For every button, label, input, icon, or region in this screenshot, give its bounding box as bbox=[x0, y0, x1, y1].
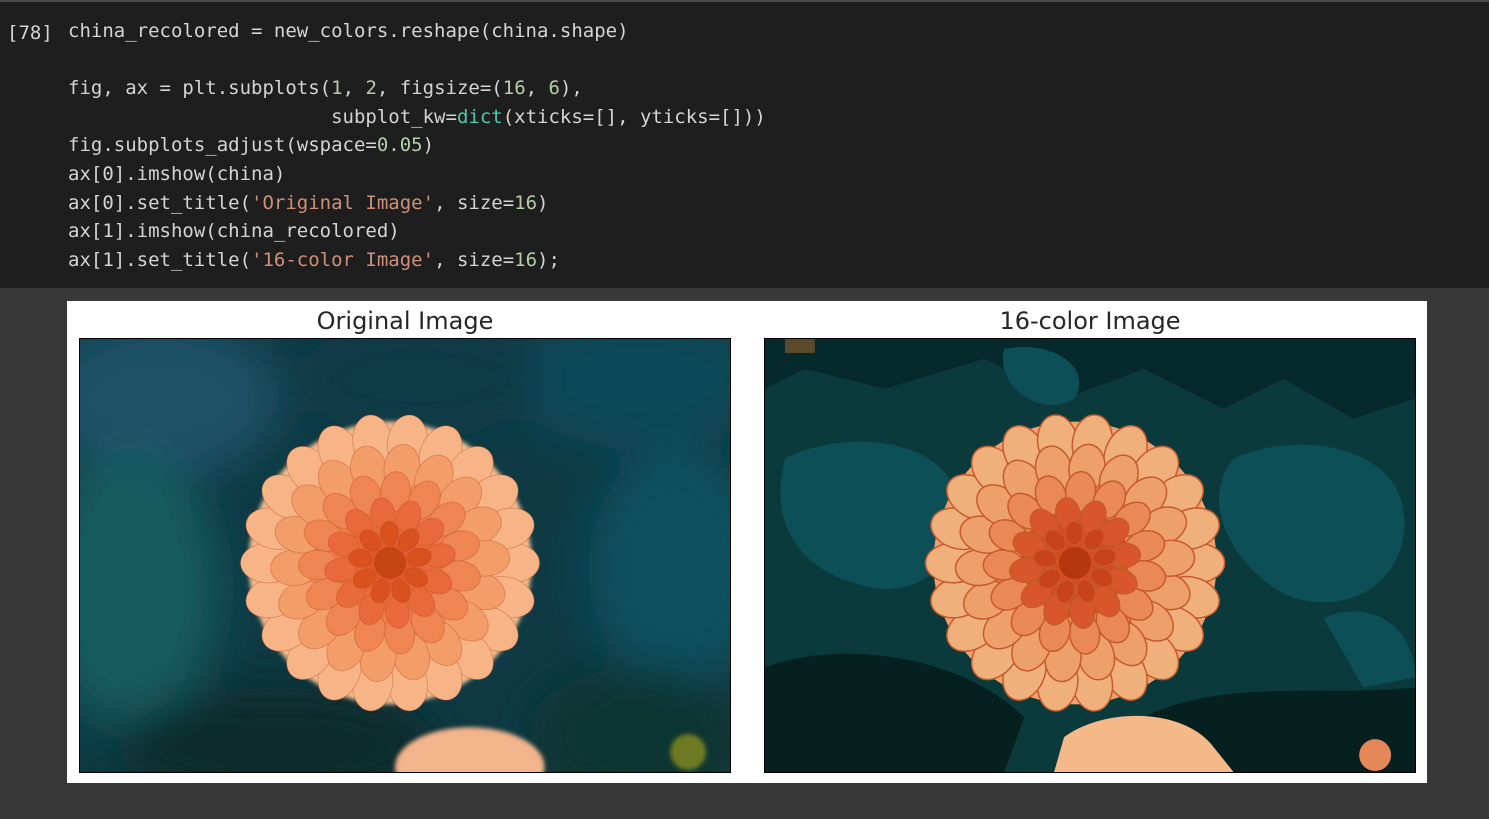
original-image bbox=[79, 338, 731, 773]
code-editor[interactable]: china_recolored = new_colors.reshape(chi… bbox=[68, 17, 766, 274]
code-line-1: china_recolored = new_colors.reshape(chi… bbox=[68, 20, 629, 42]
recolored-image bbox=[764, 338, 1416, 773]
code-line-8: ax[1].imshow(china_recolored) bbox=[68, 220, 400, 243]
code-line-9: ax[1].set_title('16-color Image', size=1… bbox=[68, 248, 560, 271]
original-image-title: Original Image bbox=[316, 307, 494, 335]
petal bbox=[1064, 520, 1085, 546]
recolored-image-title: 16-color Image bbox=[999, 307, 1181, 335]
flower-center bbox=[1059, 547, 1091, 579]
code-line-5: fig.subplots_adjust(wspace=0.05) bbox=[68, 134, 435, 157]
matplotlib-figure: Original Image 16-color Image bbox=[67, 301, 1427, 783]
flower-center bbox=[374, 547, 406, 579]
code-cell[interactable]: [78] china_recolored = new_colors.reshap… bbox=[0, 2, 1489, 288]
execution-count: [78] bbox=[7, 22, 53, 44]
code-line-4: subplot_kw=dict(xticks=[], yticks=[])) bbox=[68, 105, 766, 128]
petal bbox=[379, 520, 399, 546]
code-line-7: ax[0].set_title('Original Image', size=1… bbox=[68, 191, 549, 214]
code-line-6: ax[0].imshow(china) bbox=[68, 162, 286, 185]
code-line-3: fig, ax = plt.subplots(1, 2, figsize=(16… bbox=[68, 77, 583, 100]
